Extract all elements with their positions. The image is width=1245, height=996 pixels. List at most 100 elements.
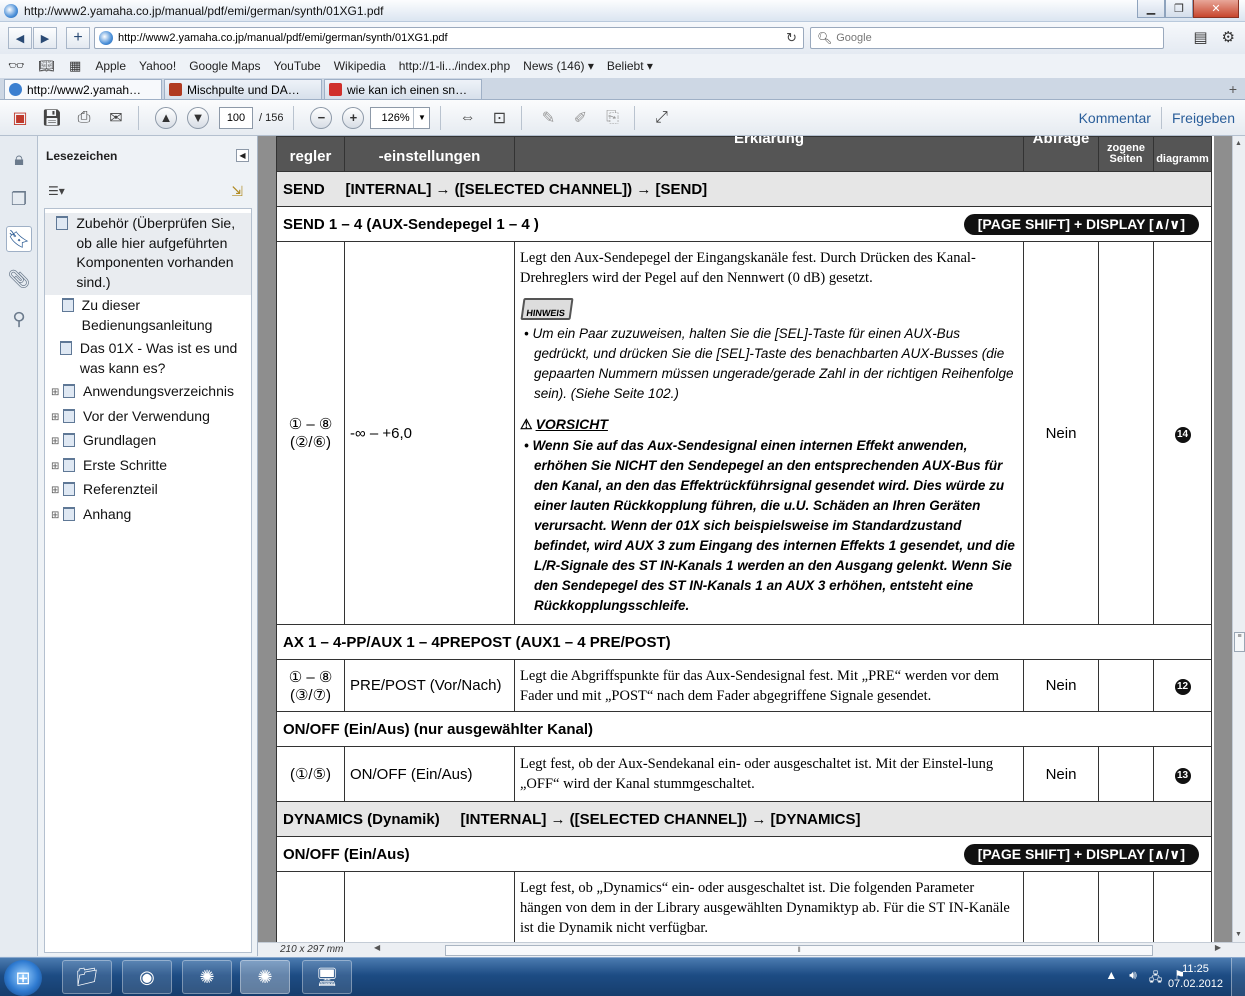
share-link[interactable]: Freigeben xyxy=(1162,110,1245,126)
settings-gear-icon[interactable]: ⚙ xyxy=(1222,28,1235,46)
show-desktop-button[interactable] xyxy=(1231,958,1245,996)
expand-plus-icon[interactable]: ⊞ xyxy=(51,457,61,477)
new-tab-button[interactable]: + xyxy=(1229,81,1237,97)
reading-list-icon[interactable]: 👓︎ xyxy=(8,58,25,74)
attachments-paperclip-icon[interactable]: 📎︎ xyxy=(6,266,32,292)
maximize-button[interactable]: ❐ xyxy=(1165,0,1193,18)
tab-wie-kan[interactable]: wie kan ich einen sn… xyxy=(324,79,482,99)
network-icon[interactable]: 🖧 xyxy=(1149,968,1162,989)
knob-cell: (①/⑤) xyxy=(276,746,345,802)
bookmark-label: Zubehör (Überprüfen Sie, ob alle hier au… xyxy=(76,215,236,290)
taskbar: ⊞ 📁︎ ◉ ✺ ✺ 🖥︎ ▲ 🔊︎ 🖧 ⚑ 11:25 07.02.2012 xyxy=(0,957,1245,996)
zoom-out-button[interactable]: − xyxy=(310,106,333,129)
options-menu-icon[interactable]: ☰▾ xyxy=(48,184,65,198)
bookmark-link[interactable]: YouTube xyxy=(274,59,321,73)
explorer-folder-icon[interactable]: 📁︎ xyxy=(62,960,112,994)
safari-compass-icon[interactable]: ✺ xyxy=(182,960,232,994)
caution-heading: ⚠ VORSICHT xyxy=(520,414,1017,434)
address-bar[interactable]: http://www2.yamaha.co.jp/manual/pdf/emi/… xyxy=(94,27,804,49)
bookmark-link[interactable]: Yahoo! xyxy=(139,59,176,73)
tab-yamaha[interactable]: http://www2.yamah… xyxy=(4,79,162,99)
page-menu-icon[interactable]: ▤ xyxy=(1193,28,1207,46)
back-button[interactable]: ◀ xyxy=(8,27,32,49)
expand-plus-icon[interactable]: ⊞ xyxy=(51,481,61,501)
subsection-send-title: SEND 1 – 4 (AUX-Sendepegel 1 – 4 ) xyxy=(283,215,539,233)
safari-active-icon[interactable]: ✺ xyxy=(240,960,290,994)
bookmark-link[interactable]: Wikipedia xyxy=(334,59,386,73)
zoom-in-button[interactable]: + xyxy=(342,106,365,129)
next-page-button[interactable]: ▼ xyxy=(187,106,209,129)
top-sites-grid-icon[interactable]: ▦ xyxy=(69,58,81,74)
show-hidden-icons-icon[interactable]: ▲ xyxy=(1105,968,1117,989)
bookmark-item[interactable]: ⊞ Erste Schritte xyxy=(45,455,251,480)
explanation-cell: Legt die Abgriffspunkte für das Aux-Send… xyxy=(514,659,1024,712)
lock-icon[interactable]: 🔒︎ xyxy=(6,146,32,172)
messenger-icon[interactable]: ◉ xyxy=(122,960,172,994)
email-icon[interactable]: ✉ xyxy=(104,106,128,130)
clock[interactable]: 11:25 07.02.2012 xyxy=(1168,962,1223,992)
create-pdf-icon[interactable]: ▣ xyxy=(8,106,32,130)
bookmark-item[interactable]: ⊞ Anhang xyxy=(45,504,251,529)
fullscreen-icon[interactable]: ⤢ xyxy=(649,106,673,130)
page-number-input[interactable]: 100 xyxy=(219,106,253,129)
address-text: http://www2.yamaha.co.jp/manual/pdf/emi/… xyxy=(118,32,448,44)
expand-plus-icon[interactable]: ⊞ xyxy=(51,383,61,403)
scrollbar-thumb[interactable]: ≡ xyxy=(1234,632,1245,652)
horizontal-scrollbar-thumb[interactable]: ⦀ xyxy=(445,945,1153,956)
bookmark-link[interactable]: Apple xyxy=(95,59,126,73)
bookmark-item[interactable]: ⊞ Vor der Verwendung xyxy=(45,406,251,431)
bookmark-item[interactable]: Zu dieser Bedienungsanleitung xyxy=(45,295,251,338)
volume-icon[interactable]: 🔊︎ xyxy=(1129,968,1137,989)
reload-icon[interactable]: ↻ xyxy=(786,30,797,46)
fit-width-icon[interactable]: ⇔ xyxy=(455,106,479,130)
document-viewport[interactable]: regler -einstellungen Erklärung Abfrage … xyxy=(258,136,1232,942)
remote-desktop-icon[interactable]: 🖥︎ xyxy=(302,960,352,994)
attach-icon[interactable]: ✐ xyxy=(568,106,592,130)
comment-link[interactable]: Kommentar xyxy=(1069,110,1161,126)
forward-button[interactable]: ▶ xyxy=(33,27,57,49)
knob-label: ① – ⑧ xyxy=(288,416,333,433)
range-cell xyxy=(344,871,515,942)
bookmark-item[interactable]: Das 01X - Was ist es und was kann es? xyxy=(45,338,251,381)
book-icon[interactable]: 📖︎ xyxy=(39,58,56,74)
toolbar-right-links: Kommentar Freigeben xyxy=(1069,100,1245,136)
stamp-icon[interactable]: ⎘ xyxy=(600,106,624,130)
expand-bookmark-icon[interactable]: ⇲ xyxy=(231,183,243,200)
bookmark-link[interactable]: News (146) ▾ xyxy=(523,59,594,73)
fit-page-icon[interactable]: ⊡ xyxy=(487,106,511,130)
range-cell: -∞ – +6,0 xyxy=(344,241,515,625)
bookmark-link[interactable]: http://1-li.../index.php xyxy=(399,59,510,73)
close-button[interactable]: ✕ xyxy=(1193,0,1239,18)
range-cell: ON/OFF (Ein/Aus) xyxy=(344,746,515,802)
tab-mischpulte[interactable]: Mischpulte und DA… xyxy=(164,79,322,99)
bookmark-link[interactable]: Beliebt ▾ xyxy=(607,59,653,73)
bookmark-link[interactable]: Google Maps xyxy=(189,59,260,73)
scroll-up-arrow-icon[interactable]: ▲ xyxy=(1235,140,1242,147)
scroll-down-arrow-icon[interactable]: ▼ xyxy=(1235,931,1242,938)
bookmarks-icon[interactable]: 🔖︎ xyxy=(6,226,32,252)
add-bookmark-button[interactable]: + xyxy=(66,27,90,49)
search-field[interactable]: 🔍︎ Google xyxy=(810,27,1164,49)
zoom-select[interactable]: 126% ▼ xyxy=(370,106,431,129)
window-controls: ▁ ❐ ✕ xyxy=(1137,0,1239,18)
scroll-right-arrow-icon[interactable]: ▶ xyxy=(1215,943,1221,952)
expand-plus-icon[interactable]: ⊞ xyxy=(51,408,61,428)
binoculars-icon[interactable]: ⚲ xyxy=(6,306,32,332)
print-icon[interactable]: ⎙ xyxy=(72,106,96,130)
bookmark-item[interactable]: ⊞ Grundlagen xyxy=(45,430,251,455)
save-icon[interactable]: 💾︎ xyxy=(40,106,64,130)
collapse-panel-button[interactable]: ◀ xyxy=(236,149,249,162)
expand-plus-icon[interactable]: ⊞ xyxy=(51,506,61,526)
scroll-left-arrow-icon[interactable]: ◀ xyxy=(374,943,380,952)
previous-page-button[interactable]: ▲ xyxy=(155,106,177,129)
page-thumbnails-icon[interactable]: ❐ xyxy=(6,186,32,212)
bookmark-item[interactable]: ⊞ Referenzteil xyxy=(45,479,251,504)
bookmark-item[interactable]: Zubehör (Überprüfen Sie, ob alle hier au… xyxy=(45,213,251,295)
bookmark-item[interactable]: ⊞ Anwendungsverzeichnis xyxy=(45,381,251,406)
parameter-table: regler -einstellungen Erklärung Abfrage … xyxy=(276,136,1212,942)
start-button[interactable]: ⊞ xyxy=(4,960,42,996)
expand-plus-icon[interactable]: ⊞ xyxy=(51,432,61,452)
sign-icon[interactable]: ✎ xyxy=(536,106,560,130)
vertical-scrollbar[interactable]: ▲ ≡ ▼ xyxy=(1232,136,1245,942)
minimize-button[interactable]: ▁ xyxy=(1137,0,1165,18)
